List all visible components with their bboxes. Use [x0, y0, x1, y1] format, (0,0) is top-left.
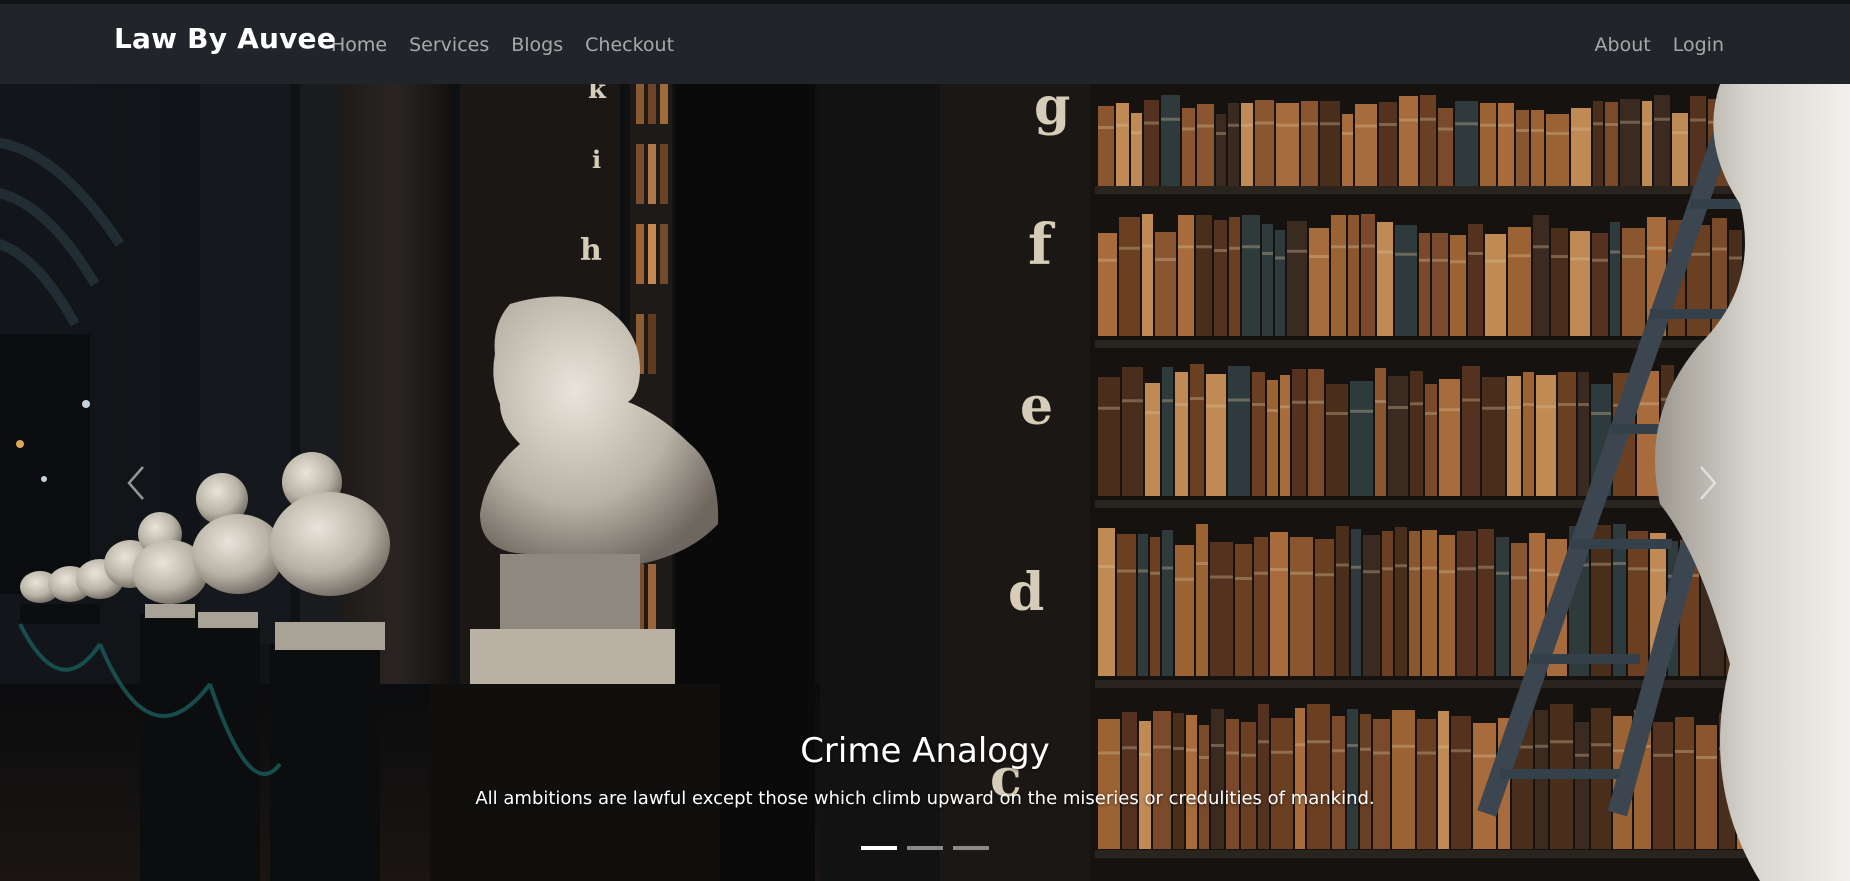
chevron-right-icon [1700, 465, 1717, 500]
brand-link[interactable]: Law By Auvee [114, 22, 336, 55]
svg-text:k: k [588, 84, 607, 105]
nav-services-link[interactable]: Services [398, 32, 500, 58]
svg-text:f: f [1028, 212, 1056, 278]
chevron-left-icon [127, 465, 144, 500]
nav-right-group: About Login [1584, 32, 1724, 58]
carousel-caption: Crime Analogy All ambitions are lawful e… [0, 729, 1850, 811]
nav-about-link[interactable]: About [1584, 32, 1662, 58]
svg-text:h: h [580, 233, 602, 268]
nav-checkout-link[interactable]: Checkout [574, 32, 685, 58]
carousel-indicator[interactable] [861, 846, 897, 850]
carousel-indicator[interactable] [953, 846, 989, 850]
nav-left-group: Home Services Blogs Checkout [331, 32, 685, 58]
nav-blogs-link[interactable]: Blogs [500, 32, 574, 58]
svg-text:i: i [592, 145, 601, 174]
page: Law By Auvee Home Services Blogs Checkou… [0, 0, 1850, 881]
svg-text:d: d [1008, 562, 1044, 623]
caption-title: Crime Analogy [800, 731, 1050, 771]
nav-home-link[interactable]: Home [331, 32, 398, 58]
hero-carousel: k i h g g f e d c [0, 84, 1850, 881]
svg-text:g: g [1034, 84, 1070, 137]
carousel-indicators [0, 846, 1850, 850]
top-navbar: Law By Auvee Home Services Blogs Checkou… [0, 0, 1850, 84]
svg-text:e: e [1020, 376, 1053, 437]
caption-text: All ambitions are lawful except those wh… [475, 788, 1375, 809]
carousel-indicator[interactable] [907, 846, 943, 850]
nav-login-link[interactable]: Login [1662, 32, 1724, 58]
